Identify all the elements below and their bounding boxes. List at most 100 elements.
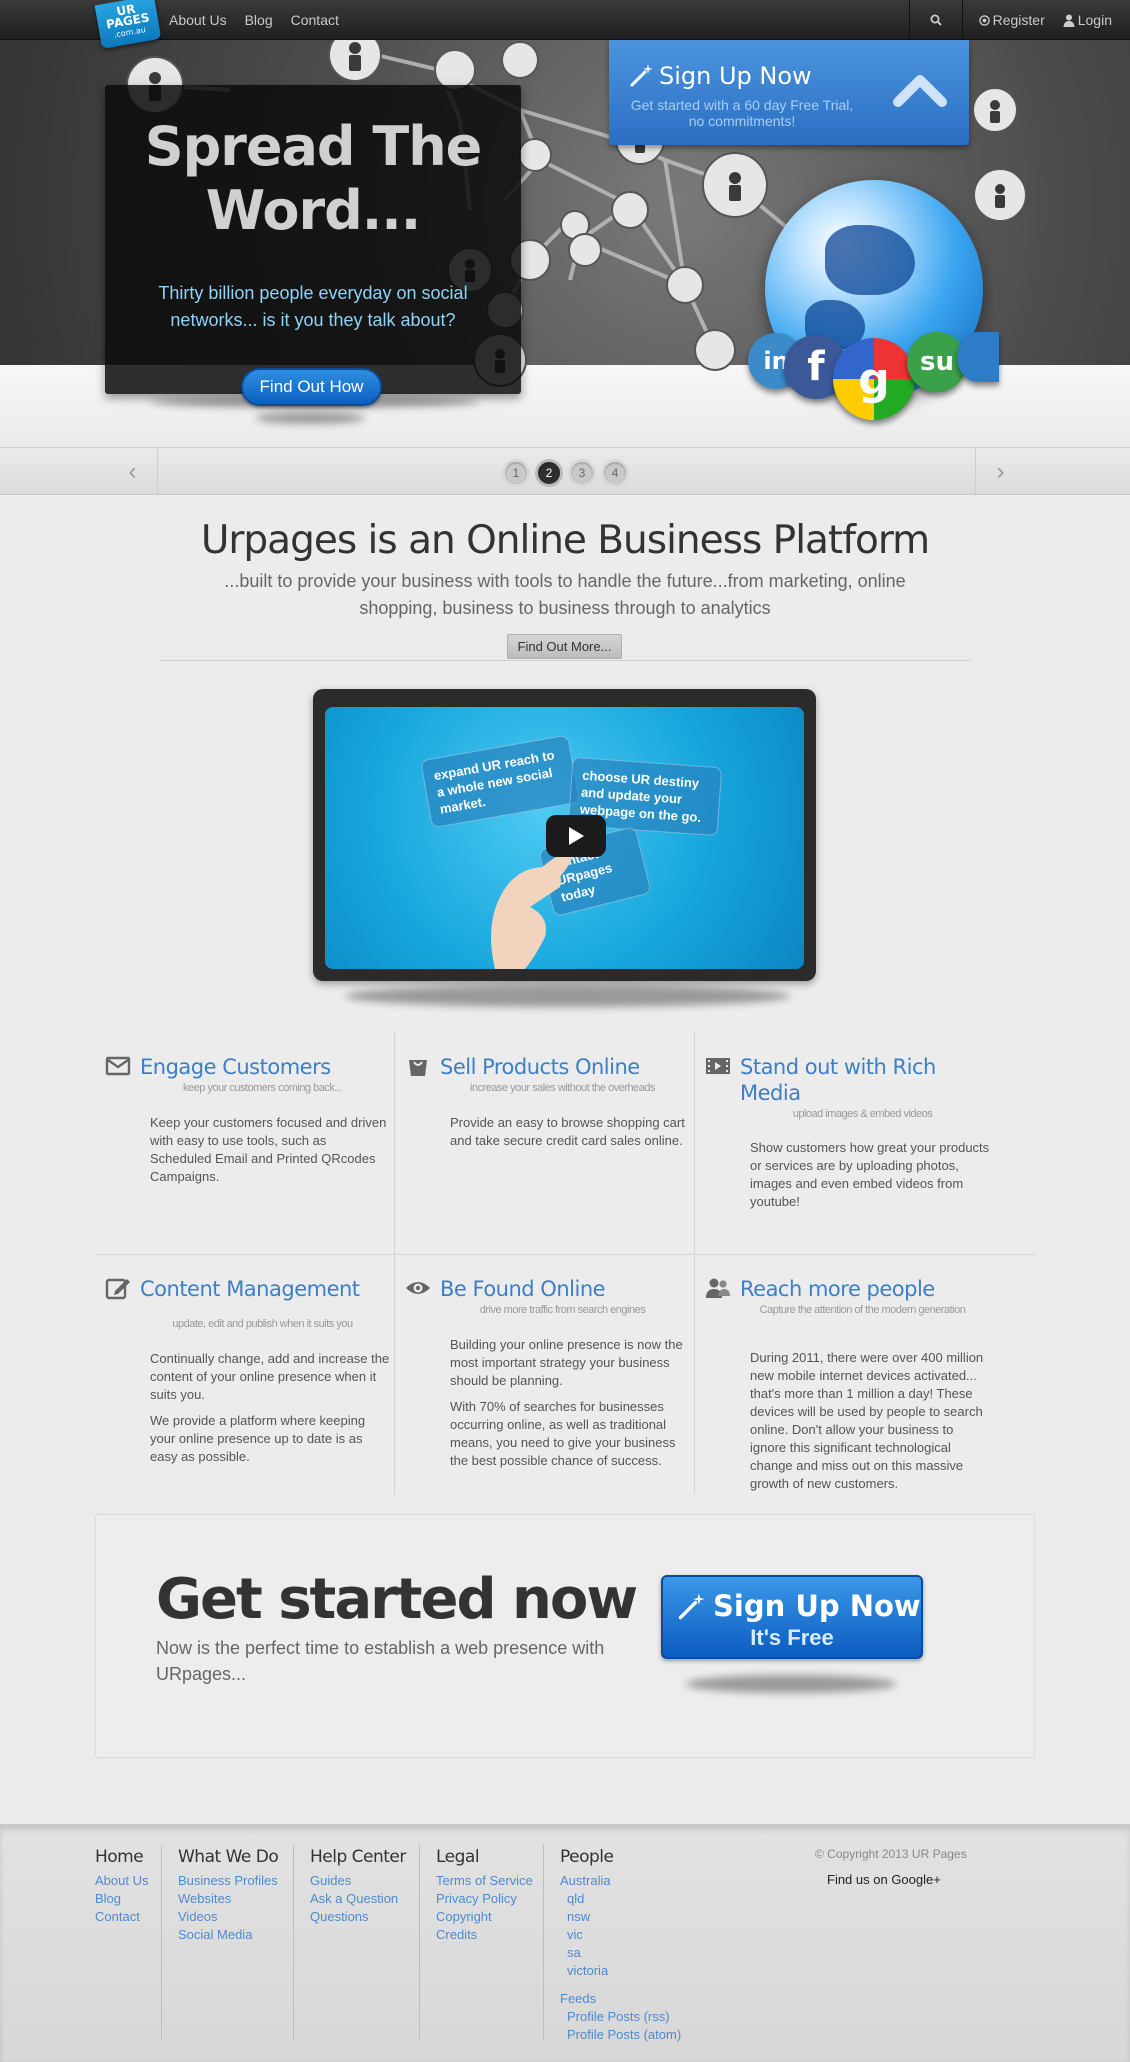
feature-title[interactable]: Sell Products Online xyxy=(440,1054,685,1080)
login-link[interactable]: Login xyxy=(1063,12,1112,28)
main-nav: About Us Blog Contact xyxy=(169,0,339,40)
footer-link[interactable]: Credits xyxy=(436,1926,533,1944)
feature-tagline: keep your customers coming back... xyxy=(182,1082,343,1094)
feature-reach-more-people: Reach more people Capture the attention … xyxy=(695,1264,995,1494)
footer-link[interactable]: About Us xyxy=(95,1872,148,1890)
feature-sell-products: Sell Products Online increase your sales… xyxy=(395,1042,695,1252)
footer-link[interactable]: Guides xyxy=(310,1872,406,1890)
get-started-title: Get started now xyxy=(156,1567,638,1632)
footer-divider xyxy=(293,1845,294,2041)
register-icon xyxy=(978,14,990,26)
footer-link[interactable]: sa xyxy=(560,1944,681,1962)
footer-link[interactable]: Ask a Question xyxy=(310,1890,406,1908)
footer-link[interactable]: Social Media xyxy=(178,1926,278,1944)
feature-divider xyxy=(694,1256,695,1494)
slider-next-button[interactable]: › xyxy=(975,448,1025,496)
feature-text: Continually change, add and increase the… xyxy=(150,1351,390,1464)
signup-free-label: It's Free xyxy=(750,1625,834,1650)
feature-text: Show customers how great your products o… xyxy=(750,1140,990,1209)
footer-link[interactable]: Terms of Service xyxy=(436,1872,533,1890)
footer-link[interactable]: victoria xyxy=(560,1962,681,1980)
footer-link[interactable]: Feeds xyxy=(560,1990,681,2008)
nav-account: Register Login xyxy=(908,0,1130,40)
slider-dot-2[interactable]: 2 xyxy=(535,459,563,487)
feature-title[interactable]: Reach more people xyxy=(740,1276,985,1302)
footer-link[interactable]: Profile Posts (rss) xyxy=(560,2008,681,2026)
video-thumbnail: expand UR reach to a whole new social ma… xyxy=(325,707,804,969)
footer-link[interactable]: Profile Posts (atom) xyxy=(560,2026,681,2044)
nav-about-us[interactable]: About Us xyxy=(169,12,227,28)
signup-label: Sign Up Now xyxy=(713,1589,921,1623)
search-button[interactable] xyxy=(908,0,963,40)
footer-heading: What We Do xyxy=(178,1847,279,1867)
footer-heading: Home xyxy=(95,1847,144,1867)
twitter-icon xyxy=(957,332,999,382)
signup-panel[interactable]: Sign Up Now Get started with a 60 day Fr… xyxy=(609,40,969,145)
video-player[interactable]: expand UR reach to a whole new social ma… xyxy=(313,689,816,981)
intro-title: Urpages is an Online Business Platform xyxy=(200,518,930,563)
register-link[interactable]: Register xyxy=(978,12,1045,28)
signup-subtitle: Get started with a 60 day Free Trial, no… xyxy=(630,97,854,129)
people-icon xyxy=(706,1278,730,1298)
hero-subtitle: Thirty billion people everyday on social… xyxy=(158,283,468,330)
footer-link[interactable]: nsw xyxy=(560,1908,681,1926)
slider-controls: ‹ 1 2 3 4 › xyxy=(0,447,1130,496)
footer-home: Home About Us Blog Contact xyxy=(95,1847,148,1926)
slider-dot-1[interactable]: 1 xyxy=(502,459,530,487)
top-navbar: UR PAGES .com.au About Us Blog Contact R… xyxy=(0,0,1130,49)
search-icon xyxy=(930,14,942,26)
feature-divider xyxy=(95,1254,1035,1255)
play-button[interactable] xyxy=(546,815,606,857)
footer-link[interactable]: Websites xyxy=(178,1890,278,1908)
nav-contact[interactable]: Contact xyxy=(291,12,339,28)
nav-blog[interactable]: Blog xyxy=(245,12,273,28)
hero-title: Spread The Word... xyxy=(144,115,483,242)
play-icon xyxy=(569,827,584,845)
get-started-panel: Get started now Now is the perfect time … xyxy=(95,1514,1035,1758)
footer-link[interactable]: vic xyxy=(560,1926,681,1944)
hero-btn-shadow xyxy=(255,412,365,424)
footer-link[interactable]: qld xyxy=(560,1890,681,1908)
google-icon: g xyxy=(833,338,915,420)
intro-subtitle: ...built to provide your business with t… xyxy=(224,571,906,618)
slider-prev-button[interactable]: ‹ xyxy=(108,448,158,496)
footer-divider xyxy=(419,1845,420,2041)
feature-divider xyxy=(394,1032,395,1254)
footer: Home About Us Blog Contact What We Do Bu… xyxy=(0,1824,1130,2062)
footer-link[interactable]: Copyright xyxy=(436,1908,533,1926)
user-icon xyxy=(1063,14,1075,27)
slider-dot-3[interactable]: 3 xyxy=(568,459,596,487)
chevron-up-icon[interactable] xyxy=(892,68,948,110)
feature-text: Keep your customers focused and driven w… xyxy=(150,1115,387,1184)
footer-what-we-do: What We Do Business Profiles Websites Vi… xyxy=(178,1847,279,1944)
feature-title[interactable]: Stand out with Rich Media xyxy=(740,1054,985,1106)
signup-free-button[interactable]: Sign Up Now It's Free xyxy=(661,1575,923,1659)
signup-title: Sign Up Now xyxy=(659,62,812,90)
footer-people: People Australia qld nsw vic sa victoria… xyxy=(560,1847,681,2044)
footer-link[interactable]: Contact xyxy=(95,1908,148,1926)
footer-link[interactable]: Business Profiles xyxy=(178,1872,278,1890)
feature-tagline: increase your sales without the overhead… xyxy=(470,1082,655,1094)
feature-content-management: Content Management update, edit and publ… xyxy=(95,1264,395,1494)
find-out-how-button[interactable]: Find Out How xyxy=(241,368,382,406)
film-icon xyxy=(706,1058,730,1074)
find-out-more-button[interactable]: Find Out More... xyxy=(507,634,622,659)
feature-title[interactable]: Content Management xyxy=(140,1276,385,1302)
footer-link[interactable]: Australia xyxy=(560,1872,681,1890)
feature-text: Building your online presence is now the… xyxy=(450,1337,683,1468)
footer-link[interactable]: Questions xyxy=(310,1908,406,1926)
slider-dot-4[interactable]: 4 xyxy=(601,459,629,487)
feature-tagline: update, edit and publish when it suits y… xyxy=(172,1318,353,1330)
footer-link[interactable]: Privacy Policy xyxy=(436,1890,533,1908)
footer-help-center: Help Center Guides Ask a Question Questi… xyxy=(310,1847,406,1926)
feature-tagline: drive more traffic from search engines xyxy=(479,1304,646,1316)
google-plus-link[interactable]: Find us on Google+ xyxy=(827,1872,941,1887)
get-started-subtitle: Now is the perfect time to establish a w… xyxy=(156,1638,605,1684)
footer-link[interactable]: Blog xyxy=(95,1890,148,1908)
feature-be-found-online: Be Found Online drive more traffic from … xyxy=(395,1264,695,1494)
feature-title[interactable]: Engage Customers xyxy=(140,1054,385,1080)
footer-link[interactable]: Videos xyxy=(178,1908,278,1926)
video-shadow xyxy=(345,985,790,1007)
feature-title[interactable]: Be Found Online xyxy=(440,1276,685,1302)
divider xyxy=(160,660,970,661)
